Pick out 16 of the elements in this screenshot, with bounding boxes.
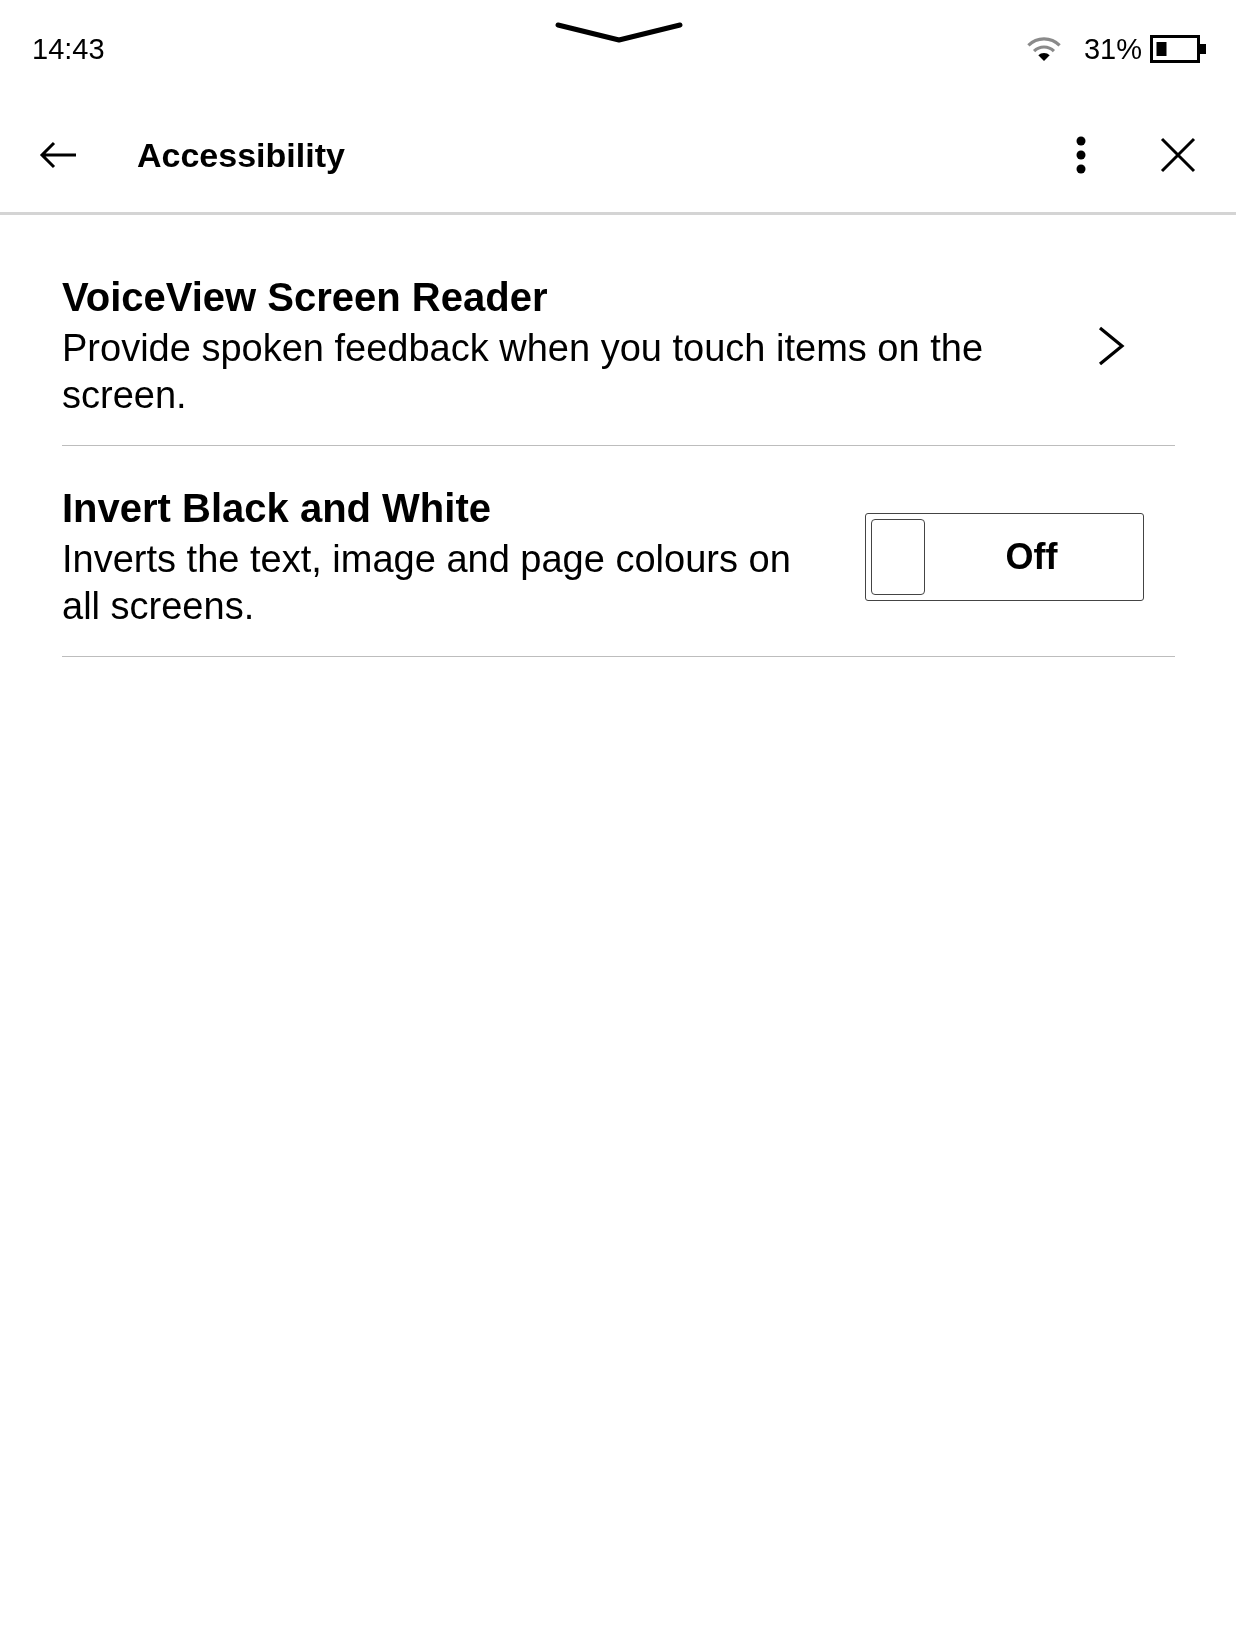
setting-description: Provide spoken feedback when you touch items on the screen. <box>62 326 985 418</box>
back-arrow-icon[interactable] <box>39 141 77 169</box>
more-menu-icon[interactable] <box>1076 136 1086 174</box>
status-time: 14:43 <box>32 32 105 66</box>
setting-title: VoiceView Screen Reader <box>62 274 549 321</box>
page-title: Accessibility <box>137 135 345 175</box>
battery-percentage: 31% <box>1083 32 1142 66</box>
toggle-thumb-icon <box>871 519 925 595</box>
wifi-icon <box>1025 36 1062 62</box>
chevron-right-icon[interactable] <box>1097 326 1125 366</box>
setting-title: Invert Black and White <box>62 485 492 532</box>
battery-icon <box>1150 35 1206 63</box>
close-icon[interactable] <box>1160 137 1196 173</box>
pulldown-handle-icon[interactable] <box>555 21 683 45</box>
invert-toggle[interactable]: Off <box>865 513 1144 601</box>
setting-description: Inverts the text, image and page colours on all screens. <box>62 537 792 629</box>
